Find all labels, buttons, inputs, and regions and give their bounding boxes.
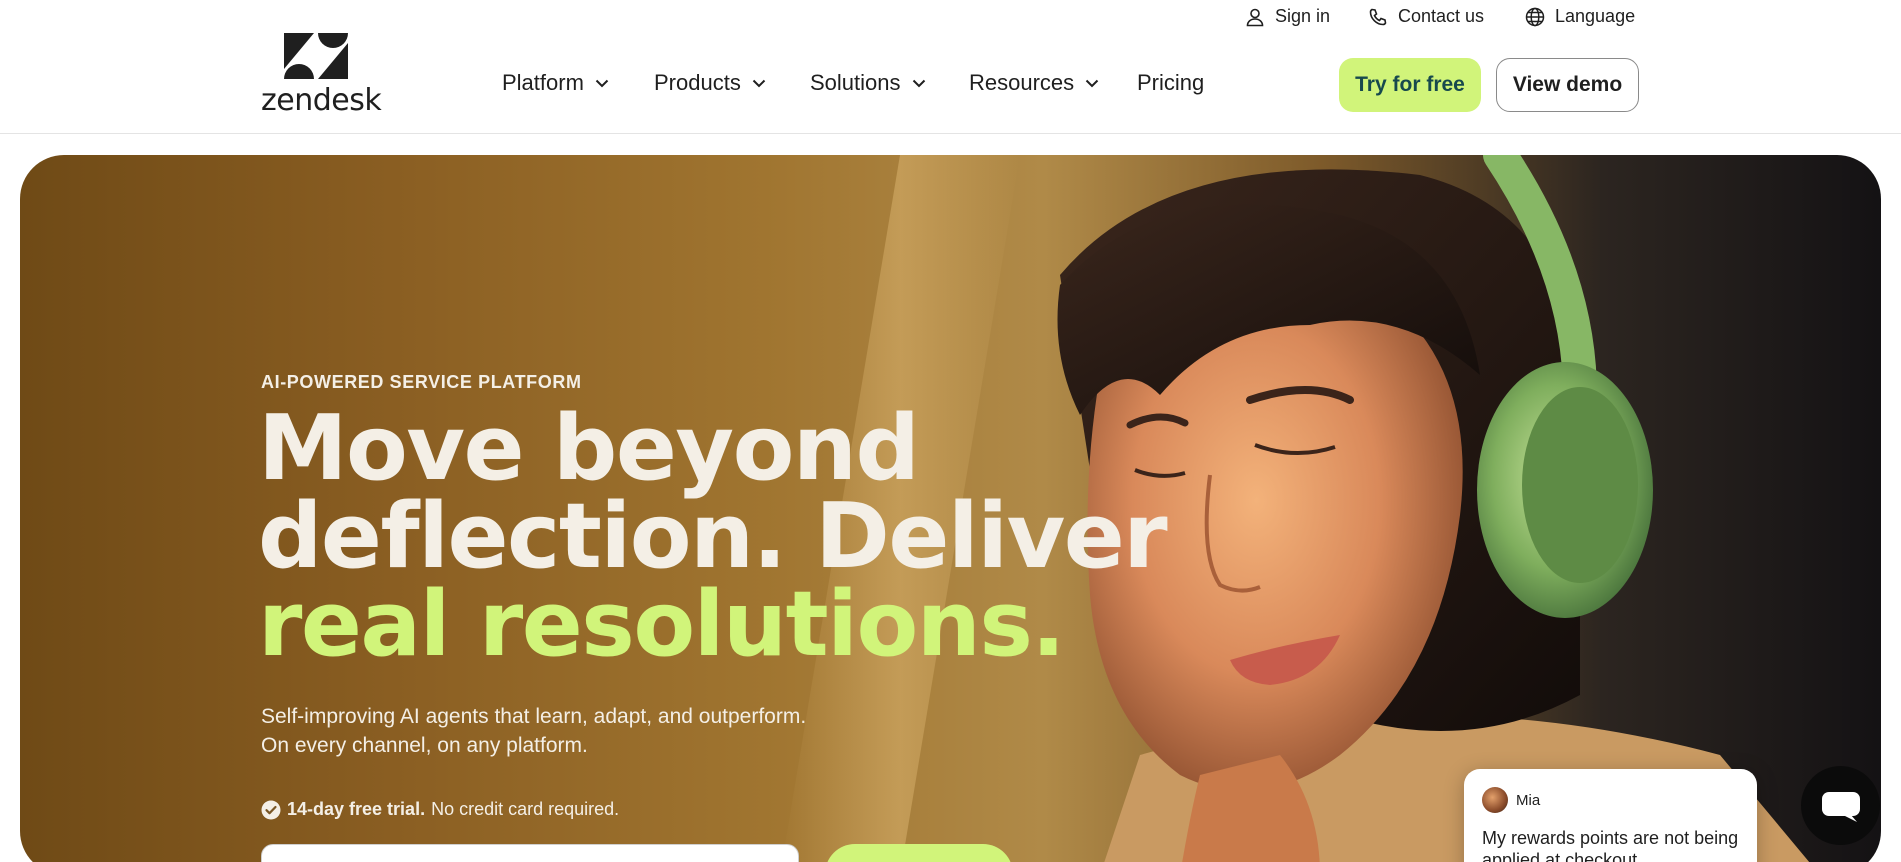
contact-us-link[interactable]: Contact us bbox=[1368, 6, 1484, 27]
chat-message: My rewards points are not being applied … bbox=[1482, 828, 1739, 862]
chat-launcher-button[interactable] bbox=[1801, 766, 1880, 845]
contact-us-label: Contact us bbox=[1398, 6, 1485, 26]
chevron-down-icon bbox=[912, 79, 925, 88]
avatar bbox=[1482, 787, 1508, 813]
trial-bold-text: 14-day free trial. bbox=[287, 799, 426, 819]
nav-item-label: Products bbox=[654, 70, 741, 95]
nav-item-label: Platform bbox=[502, 70, 584, 95]
nav-item-label: Resources bbox=[969, 70, 1075, 95]
hero-cta-button[interactable] bbox=[825, 844, 1013, 862]
nav-item-products[interactable]: Products bbox=[654, 70, 767, 96]
nav-item-label: Solutions bbox=[810, 70, 901, 95]
nav-item-label: Pricing bbox=[1137, 70, 1205, 95]
nav-item-platform[interactable]: Platform bbox=[502, 70, 610, 96]
sign-in-link[interactable]: Sign in bbox=[1245, 6, 1330, 27]
phone-icon bbox=[1369, 8, 1387, 25]
nav-item-resources[interactable]: Resources bbox=[969, 70, 1100, 96]
zendesk-logo[interactable]: zendesk bbox=[261, 33, 382, 118]
hero-headline: Move beyond deflection. Deliver real res… bbox=[258, 404, 1168, 670]
hero-subheading: Self-improving AI agents that learn, ada… bbox=[261, 702, 806, 760]
nav-item-pricing[interactable]: Pricing bbox=[1137, 70, 1204, 96]
chevron-down-icon bbox=[595, 79, 609, 88]
chevron-down-icon bbox=[752, 79, 766, 88]
chevron-down-icon bbox=[1085, 79, 1099, 88]
email-field[interactable] bbox=[261, 844, 799, 862]
nav-item-solutions[interactable]: Solutions bbox=[810, 70, 927, 96]
chat-preview-card[interactable]: Mia My rewards points are not being appl… bbox=[1464, 769, 1757, 862]
language-selector[interactable]: Language bbox=[1525, 6, 1635, 27]
view-demo-button[interactable]: View demo bbox=[1496, 58, 1639, 112]
language-label: Language bbox=[1555, 6, 1636, 26]
site-header: Sign in Contact us Language zendesk Plat… bbox=[0, 0, 1901, 134]
sign-in-label: Sign in bbox=[1275, 6, 1331, 26]
utility-bar: Sign in Contact us Language bbox=[0, 0, 1901, 34]
zendesk-mark-icon bbox=[284, 33, 348, 79]
user-icon bbox=[1246, 8, 1264, 26]
hero-eyebrow: AI-POWERED SERVICE PLATFORM bbox=[261, 372, 582, 392]
check-circle-icon bbox=[261, 800, 281, 819]
globe-icon bbox=[1525, 7, 1545, 26]
headline-accent: real resolutions. bbox=[258, 572, 1066, 677]
subheading-line-1: Self-improving AI agents that learn, ada… bbox=[261, 705, 807, 728]
subheading-line-2: On every channel, on any platform. bbox=[261, 734, 588, 757]
chat-bubble-icon bbox=[1821, 791, 1860, 822]
try-for-free-button[interactable]: Try for free bbox=[1339, 58, 1481, 112]
trial-rest-text: No credit card required. bbox=[431, 799, 620, 819]
trial-note: 14-day free trial. No credit card requir… bbox=[261, 799, 619, 820]
chat-agent-name: Mia bbox=[1516, 792, 1541, 809]
hero-section: AI-POWERED SERVICE PLATFORM Move beyond … bbox=[20, 155, 1881, 862]
zendesk-wordmark: zendesk bbox=[261, 83, 382, 118]
